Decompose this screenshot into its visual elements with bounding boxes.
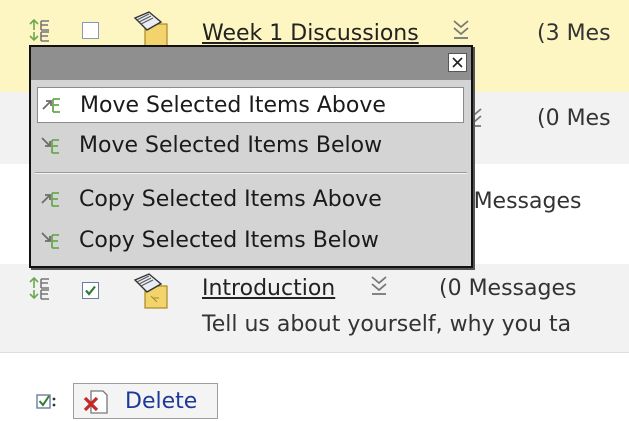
- menu-separator: [35, 172, 467, 174]
- topic-checkbox-week-1[interactable]: [82, 22, 99, 39]
- topic-title-link[interactable]: Introduction: [202, 278, 335, 300]
- select-all-checkbox-icon[interactable]: [36, 391, 58, 411]
- topic-title-link[interactable]: Week 1 Discussions: [202, 23, 419, 45]
- popup-titlebar: [31, 47, 471, 80]
- menu-item-label: Copy Selected Items Below: [79, 228, 379, 253]
- topic-checkbox-introduction[interactable]: [82, 282, 99, 299]
- move-below-menu-item[interactable]: Move Selected Items Below: [37, 128, 464, 164]
- discussion-topic-icon: [133, 273, 168, 309]
- message-count: (3 Mes: [537, 21, 611, 46]
- close-icon[interactable]: [448, 53, 467, 72]
- topic-description: Tell us about yourself, why you ta: [202, 312, 572, 337]
- menu-item-label: Move Selected Items Below: [79, 133, 383, 158]
- delete-button-label: Delete: [125, 389, 198, 414]
- reorder-icon[interactable]: [28, 276, 50, 302]
- reorder-popup-menu: Move Selected Items Above Move Selected …: [29, 45, 473, 268]
- copy-above-icon: [41, 192, 59, 207]
- delete-x-icon: [83, 390, 108, 414]
- discussion-topic-icon: [133, 11, 168, 47]
- message-count: ) Messages: [458, 189, 582, 214]
- copy-above-menu-item[interactable]: Copy Selected Items Above: [37, 182, 464, 218]
- reorder-icon[interactable]: [28, 18, 50, 44]
- menu-item-label: Move Selected Items Above: [80, 93, 386, 118]
- menu-item-label: Copy Selected Items Above: [79, 187, 382, 212]
- copy-below-icon: [41, 232, 59, 249]
- delete-button[interactable]: Delete: [73, 383, 218, 419]
- message-count: (0 Mes: [537, 106, 611, 131]
- checkmark-icon: [85, 285, 96, 296]
- close-x-glyph: [452, 57, 463, 68]
- topic-menu-icon[interactable]: [369, 274, 389, 298]
- copy-below-menu-item[interactable]: Copy Selected Items Below: [37, 223, 464, 259]
- move-above-icon: [42, 98, 60, 113]
- move-below-icon: [41, 137, 59, 154]
- topic-menu-icon[interactable]: [451, 18, 471, 42]
- message-count: (0 Messages: [439, 276, 577, 301]
- move-above-menu-item[interactable]: Move Selected Items Above: [37, 87, 464, 123]
